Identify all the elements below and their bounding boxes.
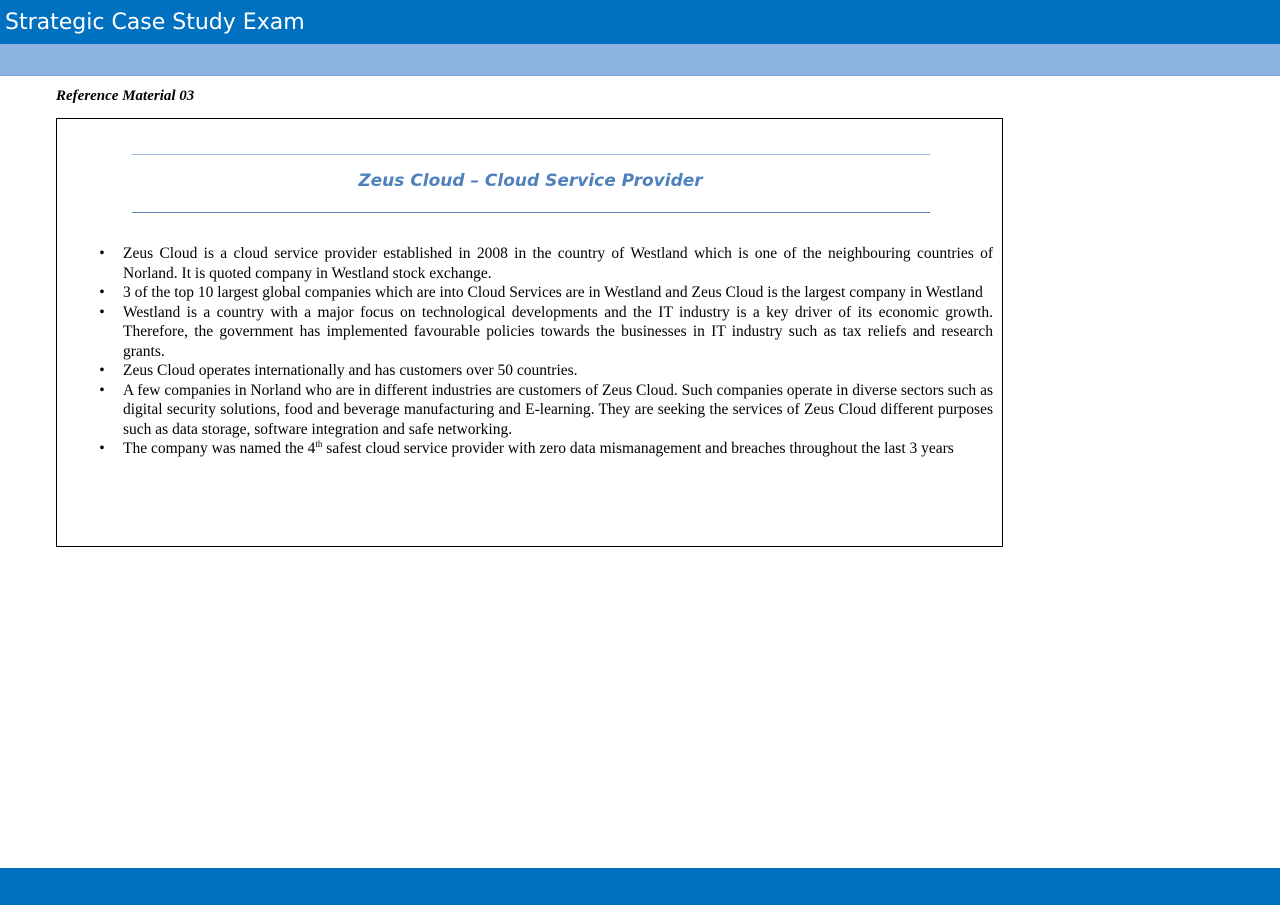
bullet-icon: • (99, 381, 105, 399)
reference-label: Reference Material 03 (56, 88, 195, 104)
bullet-icon: • (99, 362, 105, 379)
exam-title: Strategic Case Study Exam (5, 10, 305, 35)
bullet-item: • 3 of the top 10 largest global companie… (97, 283, 993, 303)
bullet-text: Westland is a country with a major focus… (123, 303, 993, 360)
bullet-text: Zeus Cloud operates internationally and … (123, 362, 578, 379)
heading-bottom-rule (132, 212, 930, 213)
bullet-text-after: safest cloud service provider with zero … (322, 440, 954, 457)
bullet-icon: • (99, 303, 105, 321)
bullet-icon: • (99, 245, 105, 262)
bullet-item: • Westland is a country with a major focu… (97, 303, 993, 362)
bullet-text: A few companies in Norland who are in di… (123, 381, 993, 438)
bullet-text-before: The company was named the 4 (123, 440, 316, 457)
bullet-list: • Zeus Cloud is a cloud service provider … (97, 244, 993, 459)
bullet-icon: • (99, 440, 105, 457)
bullet-item: • A few companies in Norland who are in d… (97, 381, 993, 440)
toolbar-strip (0, 44, 1280, 76)
reference-box: Zeus Cloud – Cloud Service Provider • Zeu… (56, 118, 1003, 547)
reference-heading: Zeus Cloud – Cloud Service Provider (358, 171, 703, 191)
bullet-item: • Zeus Cloud operates internationally and… (97, 361, 993, 381)
heading-top-rule (132, 154, 930, 155)
bullet-text: Zeus Cloud is a cloud service provider e… (123, 245, 993, 282)
bullet-text: 3 of the top 10 largest global companies… (123, 284, 983, 301)
footer-bar (0, 868, 1280, 905)
exam-page: Strategic Case Study Exam Reference Mate… (0, 0, 1280, 905)
title-bar: Strategic Case Study Exam (0, 0, 1280, 44)
bullet-icon: • (99, 284, 105, 301)
bullet-item: • Zeus Cloud is a cloud service provider … (97, 244, 993, 283)
bullet-item: • The company was named the 4th safest cl… (97, 439, 993, 459)
